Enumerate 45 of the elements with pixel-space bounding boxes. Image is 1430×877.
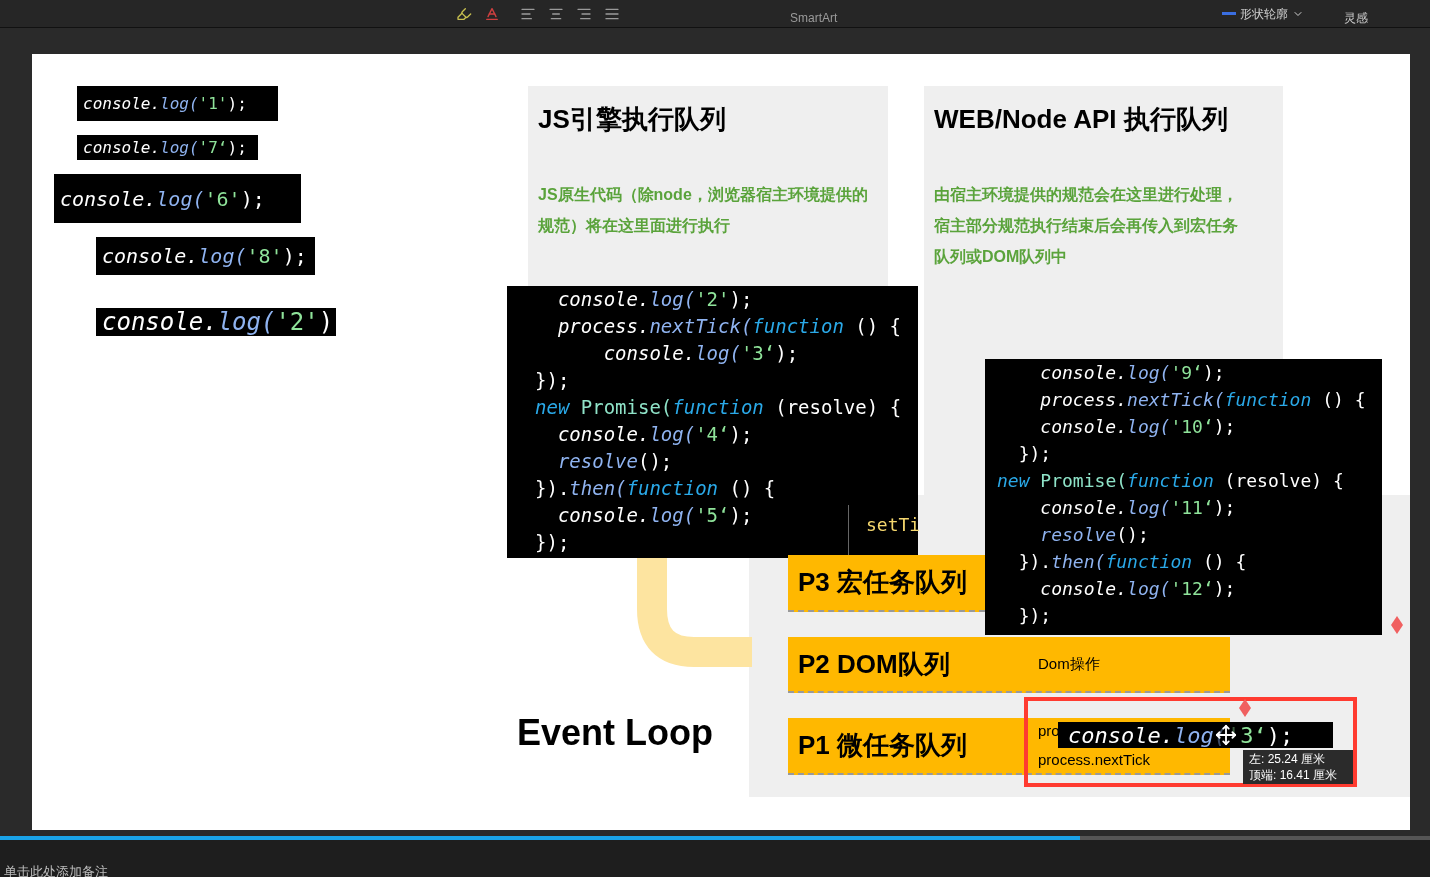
panel-description: 由宿主环境提供的规范会在这里进行处理，宿主部分规范执行结束后会再传入到宏任务队列或DOM队列中 — [934, 185, 1239, 267]
code-line: console.log('9‘); — [1039, 361, 1225, 385]
queue-note: process.nextTick — [1038, 749, 1150, 770]
code-line: }); — [535, 368, 570, 393]
code-line: resolve(); — [556, 449, 673, 474]
code-line: }); — [535, 530, 570, 555]
tooltip-text: 顶端: 16.41 厘米 — [1249, 767, 1339, 783]
dragged-code-snippet[interactable]: console.log('3‘); — [1058, 722, 1333, 748]
queue-label: P3 宏任务队列 — [798, 566, 969, 599]
code-line: console.log('12‘); — [1039, 577, 1236, 601]
code-line: console.log('10‘); — [1039, 415, 1236, 439]
code-line: console.log('4‘); — [556, 422, 753, 447]
toolbar-label[interactable]: 形状轮廓 — [1222, 4, 1305, 23]
code-line: }); — [1017, 442, 1052, 466]
code-line: console.log('5‘); — [556, 503, 753, 528]
code-line: console.log('3‘); — [602, 341, 799, 366]
diamond-handle-icon[interactable] — [1391, 616, 1403, 634]
code-line: }).then(function () { — [535, 476, 776, 501]
diamond-handle-icon[interactable] — [1239, 699, 1251, 717]
code-line: }).then(function () { — [1017, 550, 1247, 574]
tooltip-text: 左: 25.24 厘米 — [1249, 751, 1327, 767]
queue-label: P2 DOM队列 — [798, 647, 951, 681]
code-snippet: console.log('1'); — [77, 86, 278, 121]
code-line: resolve(); — [1039, 523, 1149, 547]
code-line: }); — [1017, 604, 1052, 628]
highlighter-icon[interactable] — [456, 5, 472, 22]
panel-title: JS引擎执行队列 — [538, 103, 727, 136]
code-line: new Promise(function (resolve) { — [535, 395, 902, 420]
queue-note: Dom操作 — [1038, 653, 1100, 674]
queue-label: P1 微任务队列 — [798, 729, 969, 762]
toolbar-label[interactable]: SmartArt — [790, 0, 838, 27]
code-snippet: console.log('8'); — [96, 237, 315, 275]
code-line: console.log('2'); — [556, 287, 753, 312]
toolbar-label[interactable]: 灵感 — [1344, 0, 1369, 27]
code-snippet: console.log('6'); — [54, 174, 301, 223]
code-line: process.nextTick(function () { — [1039, 388, 1366, 412]
notes-placeholder[interactable]: 单击此处添加备注 — [4, 865, 108, 877]
code-snippet: console.log('7‘); — [77, 135, 258, 160]
code-line: process.nextTick(function () { — [556, 314, 902, 339]
font-color-icon[interactable] — [484, 5, 500, 22]
panel-description: JS原生代码（除node，浏览器宿主环境提供的规范）将在这里面进行执行 — [538, 185, 869, 236]
slide-title: Event Loop — [517, 711, 713, 755]
code-line: new Promise(function (resolve) { — [997, 469, 1344, 493]
panel-title: WEB/Node API 执行队列 — [934, 103, 1229, 136]
code-line: console.log('11‘); — [1039, 496, 1236, 520]
